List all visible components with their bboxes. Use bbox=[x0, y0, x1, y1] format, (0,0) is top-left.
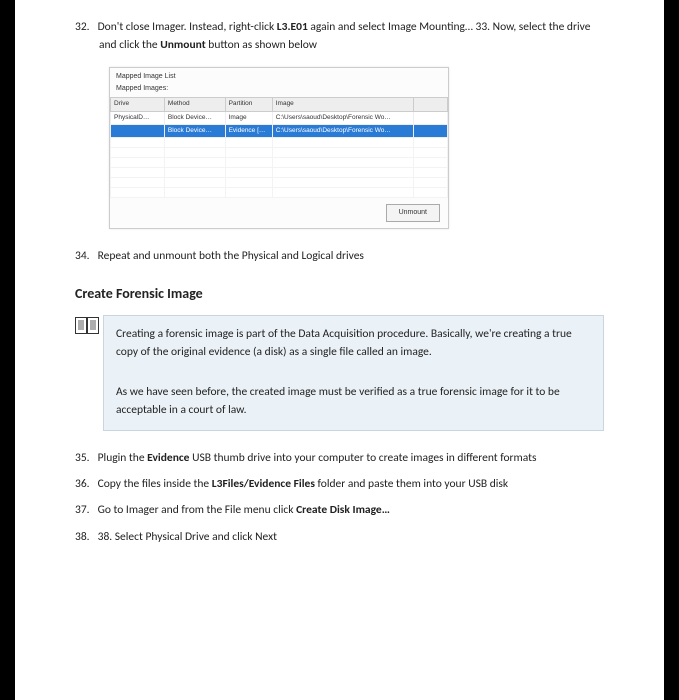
callout-container: Creating a forensic image is part of the… bbox=[75, 315, 604, 430]
window-footer: Unmount bbox=[110, 198, 448, 227]
window-title: Mapped Image List bbox=[110, 68, 448, 83]
document-page: 32. Don't close Imager. Instead, right-c… bbox=[15, 0, 664, 700]
col-drive: Drive bbox=[111, 98, 165, 111]
col-blank bbox=[414, 98, 448, 111]
step-text: Plugin the Evidence USB thumb drive into… bbox=[98, 451, 537, 465]
step-36: 36. Copy the files inside the L3Files/Ev… bbox=[75, 475, 604, 493]
step-34: 34. Repeat and unmount both the Physical… bbox=[75, 247, 604, 265]
section-heading: Create Forensic Image bbox=[75, 283, 604, 305]
step-text: 38. Select Physical Drive and click Next bbox=[98, 530, 277, 544]
book-icon bbox=[75, 315, 103, 430]
table-row-selected[interactable]: Block Device… Evidence [… C:\Users\saoud… bbox=[111, 124, 448, 137]
col-image: Image bbox=[272, 98, 414, 111]
step-text: Repeat and unmount both the Physical and… bbox=[98, 249, 364, 263]
step-number: 32. bbox=[75, 18, 95, 36]
callout-paragraph: Creating a forensic image is part of the… bbox=[116, 326, 591, 362]
callout-paragraph: As we have seen before, the created imag… bbox=[116, 384, 591, 420]
col-method: Method bbox=[164, 98, 225, 111]
step-37: 37. Go to Imager and from the File menu … bbox=[75, 501, 604, 519]
step-32: 32. Don't close Imager. Instead, right-c… bbox=[75, 18, 604, 55]
step-38: 38. 38. Select Physical Drive and click … bbox=[75, 528, 604, 546]
unmount-button[interactable]: Unmount bbox=[386, 204, 440, 221]
step-number: 34. bbox=[75, 247, 95, 265]
figure-container: Mapped Image List Mapped Images: Drive M… bbox=[109, 67, 604, 229]
mapped-images-table: Drive Method Partition Image PhysicalD… … bbox=[110, 97, 448, 198]
step-number: 36. bbox=[75, 475, 95, 493]
mapped-image-list-window: Mapped Image List Mapped Images: Drive M… bbox=[109, 67, 449, 229]
step-text: Copy the files inside the L3Files/Eviden… bbox=[98, 477, 509, 491]
step-number: 38. bbox=[75, 528, 95, 546]
table-row[interactable]: PhysicalD… Block Device… Image C:\Users\… bbox=[111, 111, 448, 124]
table-header-row: Drive Method Partition Image bbox=[111, 98, 448, 111]
callout-box: Creating a forensic image is part of the… bbox=[103, 315, 604, 430]
col-partition: Partition bbox=[225, 98, 272, 111]
step-number: 35. bbox=[75, 449, 95, 467]
step-text: Go to Imager and from the File menu clic… bbox=[98, 503, 390, 517]
step-text: Don't close Imager. Instead, right-click… bbox=[98, 20, 591, 52]
step-35: 35. Plugin the Evidence USB thumb drive … bbox=[75, 449, 604, 467]
window-subtitle: Mapped Images: bbox=[110, 83, 448, 97]
step-number: 37. bbox=[75, 501, 95, 519]
